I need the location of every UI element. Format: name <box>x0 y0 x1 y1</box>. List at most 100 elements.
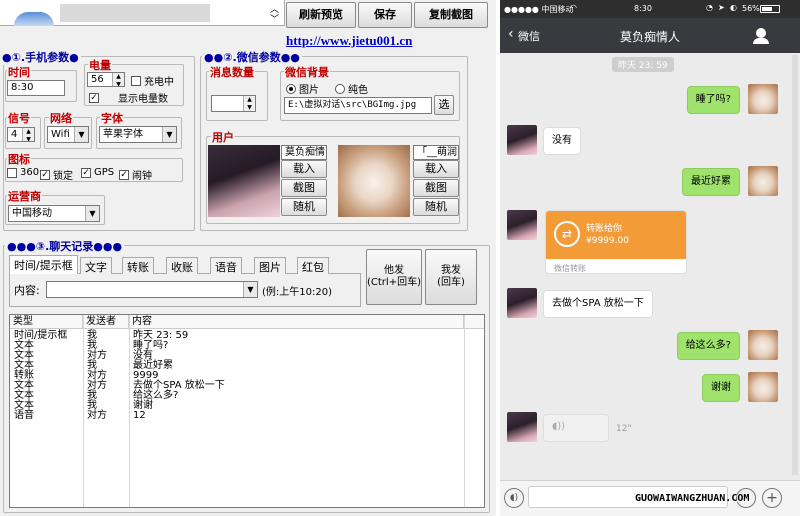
plus-icon[interactable]: + <box>762 488 782 508</box>
charging-label: 充电中 <box>144 77 174 88</box>
column-type-header[interactable]: 类型 <box>10 315 83 329</box>
tab-red-packet[interactable]: 红包 <box>297 257 329 274</box>
table-row[interactable]: 转账 对方 9999 <box>10 371 464 381</box>
chevron-down-icon[interactable]: ﹀ <box>270 12 279 25</box>
message-bubble[interactable]: 谢谢 <box>702 374 740 402</box>
self-random-button[interactable]: 随机 <box>281 198 327 216</box>
power-input[interactable]: 56 ▲ ▼ <box>87 72 125 87</box>
my-avatar[interactable] <box>748 84 778 114</box>
battery-icon <box>760 5 780 13</box>
signal-input[interactable]: 4 ▲ ▼ <box>7 127 35 142</box>
font-label: 字体 <box>100 110 124 126</box>
self-load-button[interactable]: 载入 <box>281 160 327 178</box>
font-select[interactable]: 苹果字体 ▼ <box>99 126 177 143</box>
table-row[interactable]: 文本 对方 没有 <box>10 351 464 361</box>
message-bubble[interactable]: 去做个SPA 放松一下 <box>543 290 653 318</box>
table-row[interactable]: 文本我给这么多? <box>10 391 464 401</box>
battery-level <box>762 7 772 11</box>
icon-alarm-label: 闹钟 <box>132 171 152 182</box>
self-crop-button[interactable]: 截图 <box>281 179 327 197</box>
tab-time-hint[interactable]: 时间/提示框 <box>9 255 78 274</box>
column-divider <box>464 315 465 507</box>
message-bubble[interactable]: 没有 <box>543 127 581 155</box>
my-avatar[interactable] <box>748 372 778 402</box>
other-crop-button[interactable]: 截图 <box>413 179 459 197</box>
table-row[interactable]: 时间/提示框我昨天 23: 59 <box>10 331 464 341</box>
other-random-button[interactable]: 随机 <box>413 198 459 216</box>
bg-image-radio[interactable]: 图片 <box>286 81 319 96</box>
show-power-checkbox[interactable]: ✓ 显示电量数 <box>89 90 168 105</box>
phone-params-title: ●①.手机参数● <box>0 49 81 65</box>
other-load-button[interactable]: 载入 <box>413 160 459 178</box>
network-value: Wifi <box>51 129 70 140</box>
power-spinner[interactable]: ▲ ▼ <box>112 73 124 86</box>
my-avatar[interactable] <box>748 166 778 196</box>
scrollbar[interactable] <box>792 55 798 475</box>
other-avatar[interactable] <box>507 210 537 240</box>
charging-checkbox[interactable]: 充电中 <box>131 73 174 88</box>
other-avatar[interactable] <box>507 125 537 155</box>
carrier-value: 中国移动 <box>12 208 52 219</box>
tab-transfer[interactable]: 转账 <box>122 257 154 274</box>
checkbox-checked: ✓ <box>40 169 50 180</box>
tab-voice[interactable]: 语音 <box>210 257 242 274</box>
checkbox-box <box>131 75 141 86</box>
table-row[interactable]: 文本我睡了吗? <box>10 341 464 351</box>
content-hint: (例:上午10:20) <box>262 287 332 298</box>
unread-input[interactable]: ▲ ▼ <box>211 95 256 112</box>
profile-icon[interactable] <box>756 28 766 38</box>
bg-path-input[interactable]: E:\虚拟对话\src\BGImg.jpg <box>284 97 432 114</box>
transfer-card[interactable]: ⇄ 转账给你 ¥9999.00 微信转账 <box>545 210 687 274</box>
network-select[interactable]: Wifi ▼ <box>47 126 89 143</box>
radio-selected <box>286 83 296 94</box>
column-sender-header[interactable]: 发送者 <box>83 315 129 329</box>
icons-label: 图标 <box>7 151 31 167</box>
carrier-select[interactable]: 中国移动 ▼ <box>8 205 100 222</box>
other-avatar-image <box>338 145 410 217</box>
icon-lock-checkbox[interactable]: ✓ 锁定 <box>40 167 73 182</box>
transfer-title: 转账给你 <box>586 224 623 234</box>
self-avatar-image <box>208 145 280 217</box>
website-link[interactable]: http://www.jietu001.cn <box>286 33 412 49</box>
table-row[interactable]: 语音 对方 12 <box>10 411 464 421</box>
column-content-header[interactable]: 内容 <box>129 315 464 329</box>
tab-receive[interactable]: 收账 <box>166 257 198 274</box>
other-send-button[interactable]: 他发 (Ctrl+回车) <box>366 249 422 305</box>
copy-screenshot-button[interactable]: 复制截图 <box>414 2 488 28</box>
table-row[interactable]: 文本 对方 去做个SPA 放松一下 <box>10 381 464 391</box>
my-avatar[interactable] <box>748 330 778 360</box>
unread-spinner[interactable]: ▲ ▼ <box>243 96 255 111</box>
other-avatar[interactable] <box>507 412 537 442</box>
bg-solid-radio[interactable]: 纯色 <box>335 81 368 96</box>
me-send-button[interactable]: 我发 (回车) <box>425 249 477 305</box>
bg-image-label: 图片 <box>299 85 319 96</box>
message-bubble[interactable]: 睡了吗? <box>686 86 740 114</box>
network-label: 网络 <box>49 110 73 126</box>
message-bubble[interactable]: 最近好累 <box>682 168 740 196</box>
bg-pick-button[interactable]: 选 <box>434 95 454 115</box>
row-content: 12 <box>133 410 146 421</box>
self-name-input[interactable]: 莫负痴情 <box>281 145 327 160</box>
table-row[interactable]: 文本我最近好累 <box>10 361 464 371</box>
save-button[interactable]: 保存 <box>358 2 412 28</box>
voice-input-icon[interactable]: ◖) <box>504 488 524 508</box>
tab-image[interactable]: 图片 <box>254 257 286 274</box>
table-row[interactable]: 文本我谢谢 <box>10 401 464 411</box>
time-input[interactable]: 8:30 <box>7 80 65 96</box>
voice-bubble[interactable]: ◖)) <box>543 414 609 442</box>
chat-timestamp: 昨天 23: 59 <box>612 57 674 72</box>
other-name-input[interactable]: 「__萌润 <box>413 145 459 160</box>
content-input[interactable]: ▼ <box>46 281 258 298</box>
icon-alarm-checkbox[interactable]: ✓ 闹钟 <box>119 167 152 182</box>
icon-360-checkbox[interactable]: 360 <box>7 167 39 178</box>
signal-spinner[interactable]: ▲ ▼ <box>22 128 34 141</box>
icon-gps-checkbox[interactable]: ✓ GPS <box>81 167 114 178</box>
chat-record-list[interactable]: 类型 发送者 内容 时间/提示框我昨天 23: 59 文本我睡了吗? 文本 对方 没有文… <box>9 314 485 508</box>
font-value: 苹果字体 <box>103 129 143 140</box>
tab-text[interactable]: 文字 <box>80 257 112 274</box>
other-avatar[interactable] <box>507 288 537 318</box>
top-search-field[interactable]: ︿ ﹀ <box>0 0 285 26</box>
show-power-label: 显示电量数 <box>118 94 168 105</box>
refresh-preview-button[interactable]: 刷新预览 <box>286 2 356 28</box>
message-bubble[interactable]: 给这么多? <box>676 332 740 360</box>
